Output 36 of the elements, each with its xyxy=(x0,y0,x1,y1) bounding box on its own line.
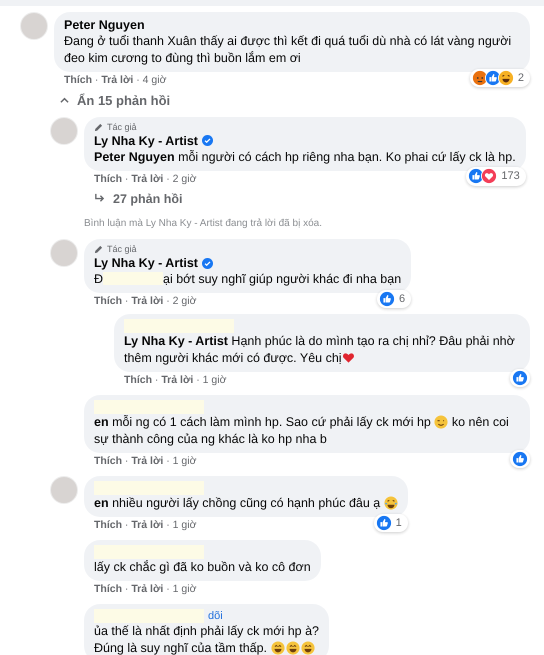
comment-text: en nhiều người lấy chồng cũng có hạnh phúc đâu ạ xyxy=(94,495,398,512)
commenter-name[interactable]: Ly Nha Ky - Artist xyxy=(94,255,198,272)
avatar[interactable] xyxy=(50,239,78,268)
follow-link[interactable]: dõi xyxy=(208,610,223,624)
reply-arrow-icon xyxy=(94,193,105,204)
comment-actions[interactable]: Thích · Trả lời · 1 giờ xyxy=(94,455,196,468)
reaction-summary[interactable]: 6 xyxy=(377,290,412,308)
chevron-icon xyxy=(60,96,69,106)
reaction-summary[interactable]: 2 xyxy=(470,68,530,87)
comment-text: Peter Nguyen mỗi người có cách hp riêng nha bạn. Ko phai cứ lấy ck là hp. xyxy=(94,148,516,166)
comment-actions[interactable]: Thích · Trả lời · 1 giờ xyxy=(94,519,196,532)
avatar[interactable] xyxy=(50,116,78,144)
comment-actions[interactable]: Thích · Trả lời · 2 giờ xyxy=(94,295,196,308)
hide-replies-toggle[interactable]: Ẩn 15 phản hồi xyxy=(20,87,530,110)
comment-text: ủa thế là nhất định phải lấy ck mới hp à? Đúng là suy nghĩ của tầm thấp. xyxy=(94,623,320,655)
reaction-summary[interactable]: 173 xyxy=(466,167,526,186)
reaction-summary[interactable]: 1 xyxy=(374,514,408,532)
commenter-name[interactable]: Ly Nha Ky - Artist xyxy=(94,132,198,148)
author-label: Tác giả xyxy=(107,244,137,256)
comment-actions[interactable]: Thích · Trả lời · 4 giờ xyxy=(64,74,166,87)
author-label: Tác giả xyxy=(107,122,137,132)
comment-text: Đang ở tuổi thanh Xuân thấy ai được thì kết đi quá tuổi dù nhà có lát vàng người đeo kim cương to đùng thì buồn lắm em ơi xyxy=(64,33,512,67)
comment-text: lấy ck chắc gì đã ko buồn và ko cô đơn xyxy=(94,559,311,576)
pencil-icon xyxy=(94,122,103,132)
comment-actions[interactable]: Thích · Trả lời · 1 giờ xyxy=(124,374,226,388)
avatar[interactable] xyxy=(20,12,48,40)
pencil-icon xyxy=(94,245,103,254)
comment-text: Ly Nha Ky - Artist Hạnh phúc là do mình tạo ra chị nhỉ? Đâu phải nhờ thêm người khác mới có được. Yêu chị xyxy=(124,333,516,368)
comment-actions[interactable]: Thích · Trả lời · 2 giờ xyxy=(94,172,196,186)
comment-text: en mỗi ng có 1 cách làm mình hp. Sao cứ phải lấy ck mới hp ko nên coi sự thành công của ng khác là ko hp nha b xyxy=(94,414,510,448)
commenter-name[interactable]: Peter Nguyen xyxy=(64,17,145,33)
deleted-comment-note: Bình luận mà Ly Nha Ky - Artist đang trả lời đã bị xóa. xyxy=(83,217,323,232)
comment-actions[interactable]: Thích · Trả lời · 1 giờ xyxy=(94,583,196,596)
avatar[interactable] xyxy=(50,476,78,504)
comment-text: Đ ại bớt suy nghĩ giúp người khác đi nha bạn xyxy=(94,271,402,288)
view-replies-link[interactable]: 27 phản hồi xyxy=(84,186,526,208)
